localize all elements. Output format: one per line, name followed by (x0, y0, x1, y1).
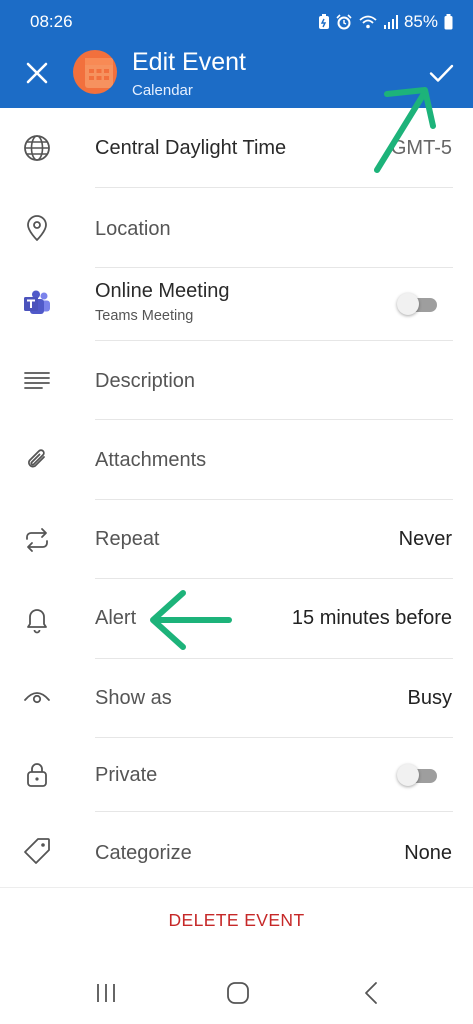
alarm-icon (336, 14, 352, 30)
alert-label: Alert (95, 607, 137, 629)
divider (0, 887, 473, 888)
back-icon[interactable] (357, 978, 387, 1008)
recent-apps-icon[interactable] (91, 978, 121, 1008)
status-bar: 08:26 85% (30, 12, 453, 34)
bell-icon (27, 609, 47, 634)
attachments-row[interactable]: Attachments (0, 420, 473, 500)
online-meeting-toggle[interactable] (397, 293, 439, 315)
repeat-value: Never (398, 528, 452, 550)
attachments-label: Attachments (95, 449, 207, 471)
app-bar: 08:26 85% Edit Event Calendar (0, 0, 473, 108)
battery-percent: 85% (403, 12, 438, 31)
online-meeting-row[interactable]: Online Meeting Teams Meeting (0, 268, 473, 341)
repeat-icon (26, 528, 48, 552)
categorize-label: Categorize (95, 842, 192, 864)
location-label: Location (95, 218, 171, 240)
timezone-label: Central Daylight Time (95, 137, 287, 159)
categorize-row[interactable]: Categorize None (0, 812, 473, 890)
description-row[interactable]: Description (0, 341, 473, 420)
show-as-value: Busy (407, 687, 452, 709)
paperclip-icon (28, 449, 45, 468)
private-toggle[interactable] (397, 764, 439, 786)
private-label: Private (95, 764, 158, 786)
alert-value: 15 minutes before (291, 607, 452, 629)
show-as-label: Show as (95, 687, 172, 709)
location-pin-icon (27, 215, 47, 241)
home-icon[interactable] (223, 978, 253, 1008)
description-lines-icon (24, 372, 50, 389)
online-meeting-label: Online Meeting (95, 280, 230, 302)
globe-icon (24, 135, 50, 161)
battery-saver-icon (318, 14, 329, 29)
calendar-avatar-icon (73, 50, 117, 94)
alert-row[interactable]: Alert 15 minutes before (0, 579, 473, 659)
save-check-icon[interactable] (426, 58, 456, 88)
repeat-label: Repeat (95, 528, 160, 550)
private-row[interactable]: Private (0, 738, 473, 812)
teams-icon (24, 290, 50, 314)
page-title: Edit Event (132, 48, 246, 76)
categorize-value: None (404, 842, 452, 864)
tag-icon (24, 838, 50, 864)
battery-icon (444, 14, 453, 30)
page-subtitle: Calendar (132, 82, 193, 99)
signal-icon (383, 15, 398, 29)
status-icons: 85% (318, 12, 453, 32)
show-as-row[interactable]: Show as Busy (0, 659, 473, 738)
timezone-row[interactable]: Central Daylight Time GMT-5 (0, 108, 473, 188)
location-row[interactable]: Location (0, 188, 473, 268)
status-time: 08:26 (30, 12, 73, 31)
timezone-value: GMT-5 (390, 137, 452, 159)
system-nav-bar (0, 960, 473, 1024)
lock-icon (27, 763, 47, 787)
wifi-icon (359, 15, 377, 29)
online-meeting-sub: Teams Meeting (95, 308, 194, 324)
description-label: Description (95, 370, 196, 392)
event-fields-list: Central Daylight Time GMT-5 Location Onl… (0, 108, 473, 890)
repeat-row[interactable]: Repeat Never (0, 500, 473, 579)
delete-event-button[interactable]: DELETE EVENT (0, 910, 473, 931)
eye-icon (24, 692, 50, 704)
close-icon[interactable] (22, 58, 52, 88)
